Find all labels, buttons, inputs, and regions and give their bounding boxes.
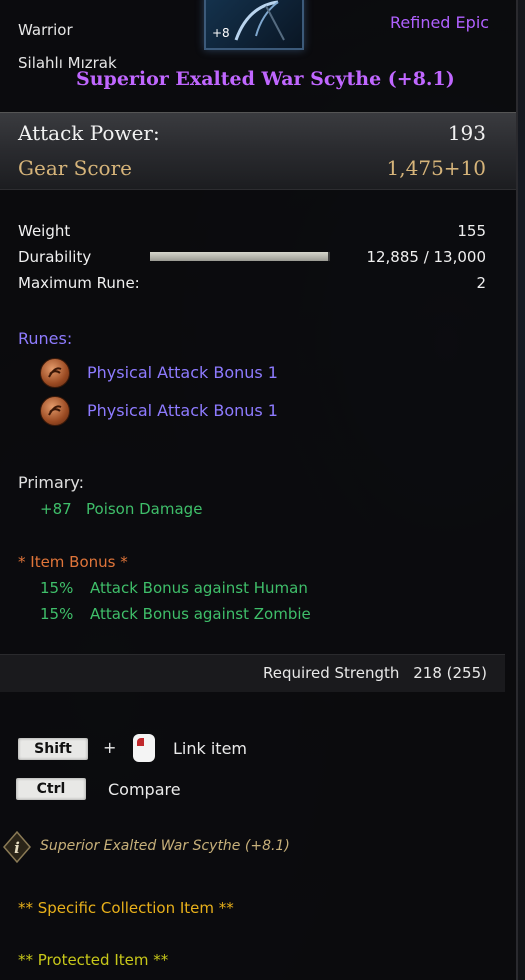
footer-item-name: Superior Exalted War Scythe (+8.1) xyxy=(40,838,290,854)
item-title: Superior Exalted War Scythe (+8.1) xyxy=(76,68,455,90)
bonus-value: 15% xyxy=(40,605,74,623)
grade-label: Refined Epic xyxy=(390,13,490,32)
protected-note: ** Protected Item ** xyxy=(18,951,169,969)
svg-text:i: i xyxy=(14,839,20,857)
collection-note: ** Specific Collection Item ** xyxy=(18,899,234,917)
attack-power-value: 193 xyxy=(447,121,486,145)
durability-bar xyxy=(150,252,330,261)
required-strength-value: 218 (255) xyxy=(413,664,487,682)
durability-label: Durability xyxy=(18,248,92,266)
required-strength-label: Required Strength xyxy=(263,664,400,682)
max-rune-value: 2 xyxy=(476,274,486,292)
rune-icon xyxy=(40,358,70,388)
attack-power-label: Attack Power: xyxy=(18,121,160,145)
weight-label: Weight xyxy=(18,222,71,240)
item-tooltip: +8 Warrior Refined Epic Silahlı Mızrak S… xyxy=(0,0,518,980)
item-icon: +8 xyxy=(204,0,304,50)
bonus-text: Attack Bonus against Human xyxy=(90,579,308,597)
main-stats-band: Attack Power: 193 Gear Score 1,475+10 xyxy=(0,112,516,190)
requirement-band: Required Strength 218 (255) xyxy=(0,654,505,692)
ctrl-key: Ctrl xyxy=(16,778,86,800)
rune-name: Physical Attack Bonus 1 xyxy=(87,401,278,420)
item-bonus-header: * Item Bonus * xyxy=(18,553,128,571)
primary-value: +87 xyxy=(40,500,72,518)
gear-score-value: 1,475+10 xyxy=(386,156,486,180)
rune-name: Physical Attack Bonus 1 xyxy=(87,363,278,382)
class-label: Warrior xyxy=(18,21,73,39)
weight-value: 155 xyxy=(457,222,486,240)
runes-header: Runes: xyxy=(18,329,73,348)
durability-bar-fill xyxy=(150,252,329,261)
link-item-label: Link item xyxy=(173,739,247,758)
gear-score-label: Gear Score xyxy=(18,156,132,180)
plus-sign: + xyxy=(103,738,117,757)
rune-icon xyxy=(40,396,70,426)
primary-stat: Poison Damage xyxy=(86,500,203,518)
enhance-badge: +8 xyxy=(212,26,230,40)
primary-header: Primary: xyxy=(18,473,85,492)
mouse-icon xyxy=(133,734,155,762)
bonus-text: Attack Bonus against Zombie xyxy=(90,605,311,623)
scythe-icon xyxy=(234,0,285,41)
bonus-value: 15% xyxy=(40,579,74,597)
info-icon: i xyxy=(3,830,31,864)
compare-label: Compare xyxy=(108,780,181,799)
max-rune-label: Maximum Rune: xyxy=(18,274,140,292)
shift-key: Shift xyxy=(18,738,88,760)
durability-value: 12,885 / 13,000 xyxy=(366,248,486,266)
